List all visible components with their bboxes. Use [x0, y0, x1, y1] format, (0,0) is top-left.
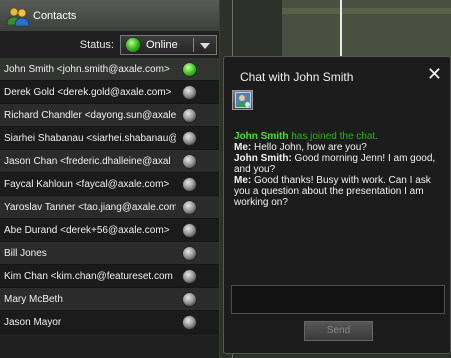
offline-status-icon	[182, 315, 197, 330]
contact-row[interactable]: Richard Chandler <dayong.sun@axale	[0, 104, 219, 127]
online-status-icon	[126, 38, 140, 52]
join-text: has joined the chat.	[288, 131, 378, 142]
contact-name: Faycal Kahloun <faycal@axale.com>	[4, 178, 170, 190]
offline-status-icon	[182, 292, 197, 307]
contact-name: Jason Mayor	[4, 316, 62, 328]
contact-name: Abe Durand <derek+56@axale.com>	[4, 224, 170, 236]
contact-row[interactable]: Jason Chan <frederic.dhalleine@axal	[0, 150, 219, 173]
contact-row[interactable]: Jason Mayor	[0, 311, 219, 334]
message-list: Me: Hello John, how are you? John Smith: …	[234, 142, 444, 208]
message-input[interactable]	[231, 285, 445, 314]
dropdown-separator	[193, 38, 194, 52]
close-icon[interactable]: ✕	[427, 65, 442, 83]
user-avatar-button[interactable]	[232, 90, 253, 110]
contact-list: John Smith <john.smith@axale.com> Derek G…	[0, 58, 219, 334]
contact-row[interactable]: Derek Gold <derek.gold@axale.com>	[0, 81, 219, 104]
message-speaker: Me:	[234, 142, 252, 153]
chat-message: Me: Good thanks! Busy with work. Can I a…	[234, 175, 444, 208]
status-label: Status:	[79, 39, 114, 51]
chat-message: Me: Hello John, how are you?	[234, 142, 444, 153]
contact-name: Kim Chan <kim.chan@featureset.com	[4, 270, 173, 282]
contact-name: Bill Jones	[4, 247, 47, 259]
contact-row[interactable]: Mary McBeth	[0, 288, 219, 311]
contact-row[interactable]: John Smith <john.smith@axale.com>	[0, 58, 219, 81]
offline-status-icon	[182, 177, 197, 192]
chat-transcript: John Smith has joined the chat. Me: Hell…	[234, 131, 444, 208]
contact-row[interactable]: Siarhei Shabanau <siarhei.shabanau@	[0, 127, 219, 150]
status-row: Status: Online	[0, 32, 219, 58]
offline-status-icon	[182, 223, 197, 238]
user-icon	[234, 92, 251, 108]
offline-status-icon	[182, 131, 197, 146]
send-button[interactable]: Send	[304, 321, 373, 341]
offline-status-icon	[182, 108, 197, 123]
contacts-header: Contacts	[0, 0, 219, 32]
contact-name: Richard Chandler <dayong.sun@axale	[4, 109, 176, 121]
chat-window: Chat with John Smith ✕ John Smith has jo…	[223, 56, 451, 354]
contact-name: Siarhei Shabanau <siarhei.shabanau@	[4, 132, 176, 144]
contact-row[interactable]: Kim Chan <kim.chan@featureset.com	[0, 265, 219, 288]
offline-status-icon	[182, 246, 197, 261]
contact-row[interactable]: Yaroslav Tanner <tao.jiang@axale.com	[0, 196, 219, 219]
offline-status-icon	[182, 269, 197, 284]
contact-row[interactable]: Faycal Kahloun <faycal@axale.com>	[0, 173, 219, 196]
join-notice: John Smith has joined the chat.	[234, 131, 444, 142]
chevron-down-icon[interactable]	[200, 43, 210, 49]
contacts-panel: Contacts Status: Online John Smith <john…	[0, 0, 220, 358]
offline-status-icon	[182, 200, 197, 215]
offline-status-icon	[182, 154, 197, 169]
contact-name: John Smith <john.smith@axale.com>	[4, 63, 170, 75]
contacts-icon	[6, 5, 30, 27]
status-value: Online	[146, 39, 178, 51]
contact-name: Yaroslav Tanner <tao.jiang@axale.com	[4, 201, 176, 213]
chat-message: John Smith: Good morning Jenn! I am good…	[234, 153, 444, 175]
contact-row[interactable]: Bill Jones	[0, 242, 219, 265]
status-dropdown[interactable]: Online	[120, 35, 217, 55]
contact-name: Jason Chan <frederic.dhalleine@axal	[4, 155, 171, 167]
message-speaker: John Smith:	[234, 153, 292, 164]
contact-name: Derek Gold <derek.gold@axale.com>	[4, 86, 172, 98]
message-speaker: Me:	[234, 175, 252, 186]
chat-title: Chat with John Smith	[240, 70, 354, 84]
message-text: Hello John, how are you?	[251, 142, 367, 153]
background-marker	[340, 0, 342, 56]
offline-status-icon	[182, 85, 197, 100]
contact-row[interactable]: Abe Durand <derek+56@axale.com>	[0, 219, 219, 242]
online-status-icon	[182, 62, 197, 77]
join-name: John Smith	[234, 131, 289, 142]
contacts-title: Contacts	[33, 9, 77, 22]
background-band-stripe	[282, 8, 451, 14]
contact-name: Mary McBeth	[4, 293, 63, 305]
message-text: Good thanks! Busy with work. Can I ask y…	[234, 175, 431, 208]
